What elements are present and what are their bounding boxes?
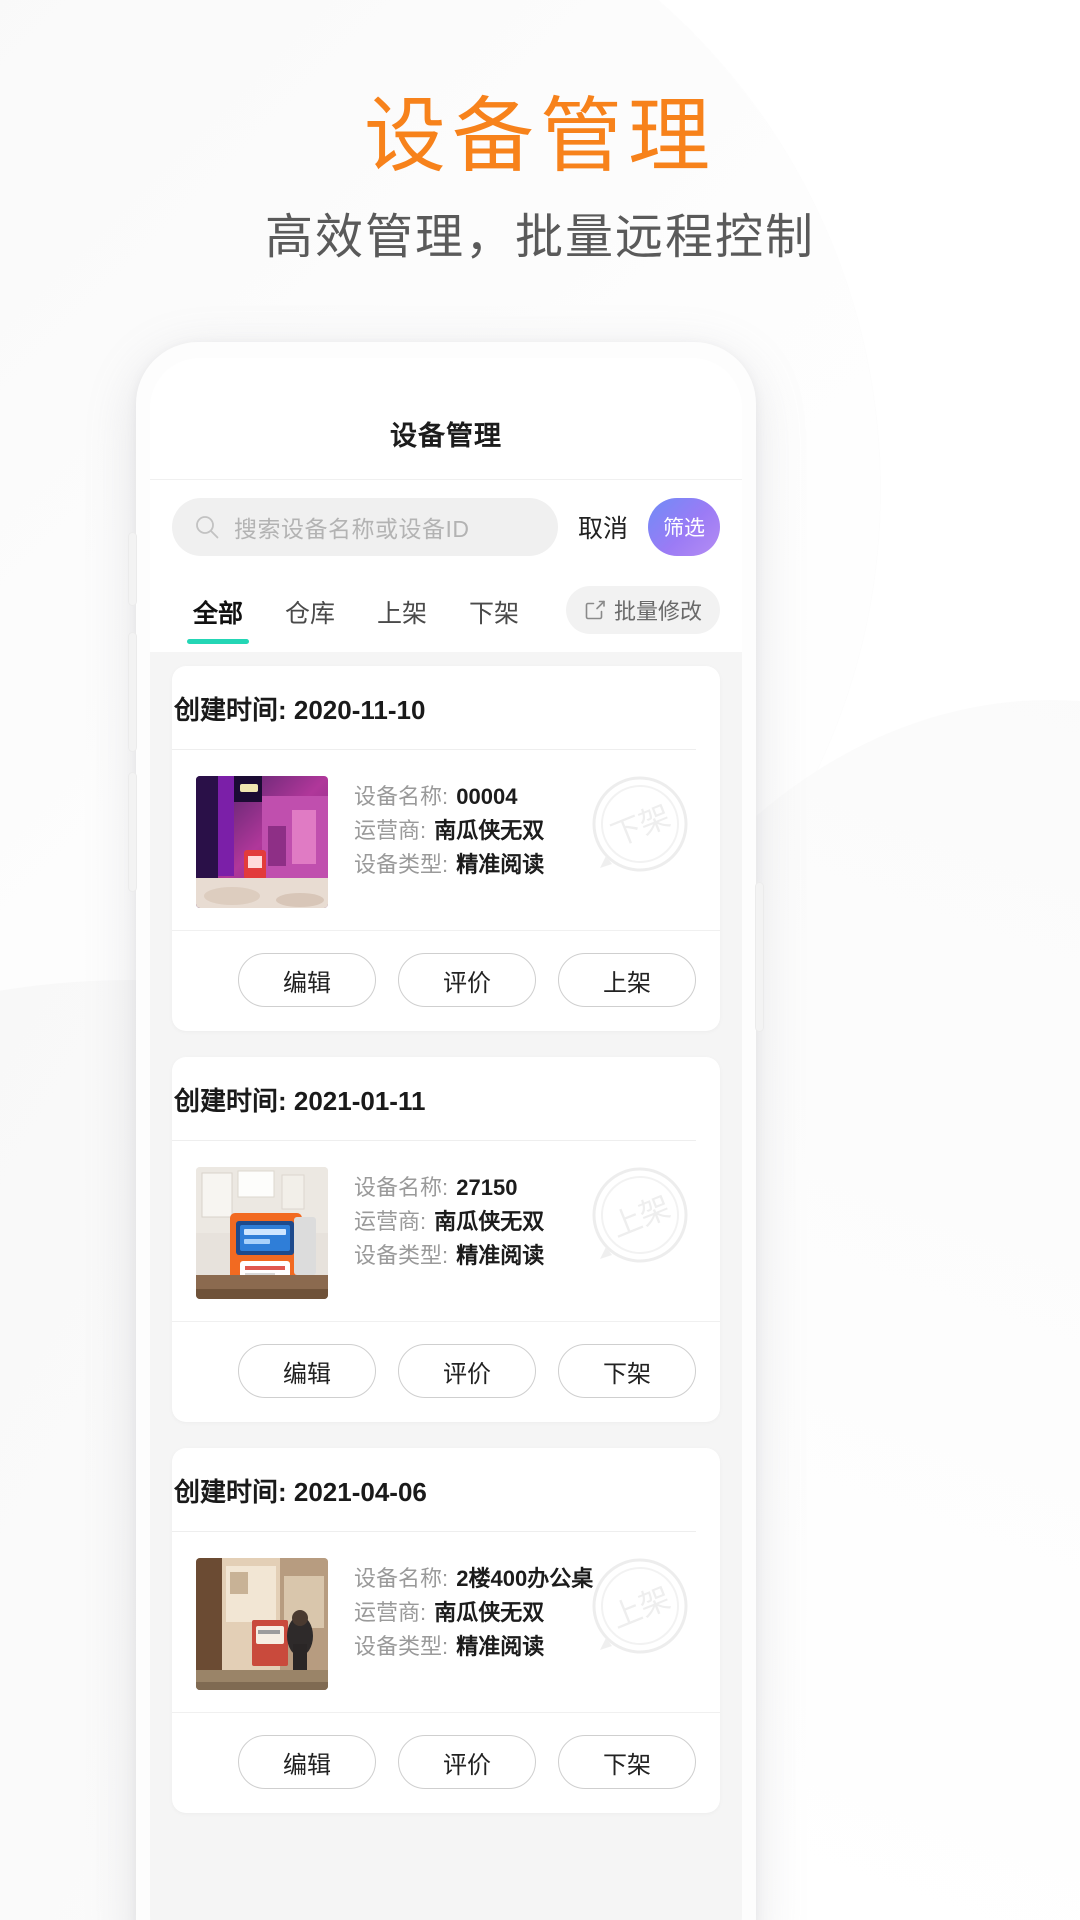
device-card-actions: 编辑 评价 上架 <box>172 930 720 1031</box>
tab-all[interactable]: 全部 <box>172 582 264 652</box>
search-placeholder: 搜索设备名称或设备ID <box>234 516 470 542</box>
device-card-body: 设备名称: 27150 运营商: 南瓜侠无双 设备类型: 精准阅读 上架 <box>172 1141 720 1321</box>
device-operator-label: 运营商: <box>354 1209 427 1235</box>
device-card-body: 设备名称: 00004 运营商: 南瓜侠无双 设备类型: 精准阅读 下架 <box>172 750 720 930</box>
device-created-date: 创建时间: 2021-01-11 <box>172 1057 696 1141</box>
app-header: 设备管理 <box>150 358 742 480</box>
device-type-value: 精准阅读 <box>456 1634 545 1660</box>
device-card[interactable]: 创建时间: 2021-01-11 设备名称: 27150 运营商: 南瓜侠无双 … <box>172 1057 720 1422</box>
device-created-date: 创建时间: 2021-04-06 <box>172 1448 696 1532</box>
device-name-value: 2楼400办公桌 <box>456 1566 594 1591</box>
device-card[interactable]: 创建时间: 2020-11-10 设备名称: 00004 运营商: 南瓜侠无双 … <box>172 666 720 1031</box>
device-name-line: 设备名称: 00004 <box>354 780 696 814</box>
page-title: 设备管理 <box>363 91 716 182</box>
device-info: 设备名称: 2楼400办公桌 运营商: 南瓜侠无双 设备类型: 精准阅读 <box>354 1558 696 1690</box>
status-toggle-button[interactable]: 上架 <box>558 953 696 1007</box>
device-type-label: 设备类型: <box>354 852 449 878</box>
edit-button[interactable]: 编辑 <box>238 1735 376 1789</box>
device-operator-label: 运营商: <box>354 818 427 844</box>
device-name-line: 设备名称: 27150 <box>354 1171 696 1205</box>
device-name-value: 00004 <box>456 784 518 809</box>
cancel-button[interactable]: 取消 <box>574 509 632 545</box>
device-name-value: 27150 <box>456 1175 518 1200</box>
tab-unlisted[interactable]: 下架 <box>448 582 540 652</box>
page-subtitle: 高效管理，批量远程控制 <box>264 211 815 264</box>
phone-screen: 设备管理 搜索设备名称或设备ID 取消 筛选 全部 仓库 上架 下架 批量修改 … <box>150 358 742 1920</box>
device-operator-line: 运营商: 南瓜侠无双 <box>354 1596 696 1630</box>
device-type-label: 设备类型: <box>354 1243 449 1269</box>
device-operator-line: 运营商: 南瓜侠无双 <box>354 1205 696 1239</box>
device-operator-label: 运营商: <box>354 1600 427 1626</box>
tab-warehouse[interactable]: 仓库 <box>264 582 356 652</box>
device-info: 设备名称: 27150 运营商: 南瓜侠无双 设备类型: 精准阅读 <box>354 1167 696 1299</box>
edit-square-icon <box>584 599 606 621</box>
device-card[interactable]: 创建时间: 2021-04-06 设备名称: 2楼400办公桌 运营商: 南瓜侠… <box>172 1448 720 1813</box>
phone-volume-down-button <box>128 632 137 752</box>
tab-listed[interactable]: 上架 <box>356 582 448 652</box>
device-card-actions: 编辑 评价 下架 <box>172 1712 720 1813</box>
tabs-row: 全部 仓库 上架 下架 批量修改 <box>150 572 742 652</box>
device-card-body: 设备名称: 2楼400办公桌 运营商: 南瓜侠无双 设备类型: 精准阅读 上架 <box>172 1532 720 1712</box>
device-thumbnail[interactable] <box>196 776 328 908</box>
hero-section: 设备管理 高效管理，批量远程控制 <box>0 96 1080 262</box>
device-operator-value: 南瓜侠无双 <box>434 818 545 844</box>
device-type-line: 设备类型: 精准阅读 <box>354 1630 696 1664</box>
device-name-label: 设备名称: <box>354 1175 449 1200</box>
device-list: 创建时间: 2020-11-10 设备名称: 00004 运营商: 南瓜侠无双 … <box>150 652 742 1920</box>
device-card-actions: 编辑 评价 下架 <box>172 1321 720 1422</box>
device-operator-line: 运营商: 南瓜侠无双 <box>354 814 696 848</box>
phone-volume-up-button <box>128 532 137 606</box>
device-type-value: 精准阅读 <box>456 1243 545 1269</box>
search-row: 搜索设备名称或设备ID 取消 筛选 <box>150 480 742 572</box>
device-type-label: 设备类型: <box>354 1634 449 1660</box>
search-input[interactable]: 搜索设备名称或设备ID <box>172 498 558 556</box>
edit-button[interactable]: 编辑 <box>238 1344 376 1398</box>
device-created-date: 创建时间: 2020-11-10 <box>172 666 696 750</box>
bulk-edit-button[interactable]: 批量修改 <box>565 586 720 634</box>
device-operator-value: 南瓜侠无双 <box>434 1600 545 1626</box>
phone-power-button <box>755 882 764 1032</box>
phone-mute-button <box>128 772 137 892</box>
review-button[interactable]: 评价 <box>398 1735 536 1789</box>
review-button[interactable]: 评价 <box>398 1344 536 1398</box>
bulk-edit-label: 批量修改 <box>613 599 702 624</box>
review-button[interactable]: 评价 <box>398 953 536 1007</box>
device-info: 设备名称: 00004 运营商: 南瓜侠无双 设备类型: 精准阅读 <box>354 776 696 908</box>
status-toggle-button[interactable]: 下架 <box>558 1735 696 1789</box>
edit-button[interactable]: 编辑 <box>238 953 376 1007</box>
phone-mockup: 设备管理 搜索设备名称或设备ID 取消 筛选 全部 仓库 上架 下架 批量修改 … <box>128 342 764 1920</box>
device-name-label: 设备名称: <box>354 1566 449 1591</box>
device-type-line: 设备类型: 精准阅读 <box>354 1239 696 1273</box>
device-name-label: 设备名称: <box>354 784 449 809</box>
device-type-value: 精准阅读 <box>456 852 545 878</box>
device-thumbnail[interactable] <box>196 1167 328 1299</box>
status-toggle-button[interactable]: 下架 <box>558 1344 696 1398</box>
device-thumbnail[interactable] <box>196 1558 328 1690</box>
app-header-title: 设备管理 <box>390 421 502 451</box>
search-icon <box>194 514 220 540</box>
filter-button[interactable]: 筛选 <box>648 498 720 556</box>
device-name-line: 设备名称: 2楼400办公桌 <box>354 1562 696 1596</box>
device-type-line: 设备类型: 精准阅读 <box>354 848 696 882</box>
device-operator-value: 南瓜侠无双 <box>434 1209 545 1235</box>
